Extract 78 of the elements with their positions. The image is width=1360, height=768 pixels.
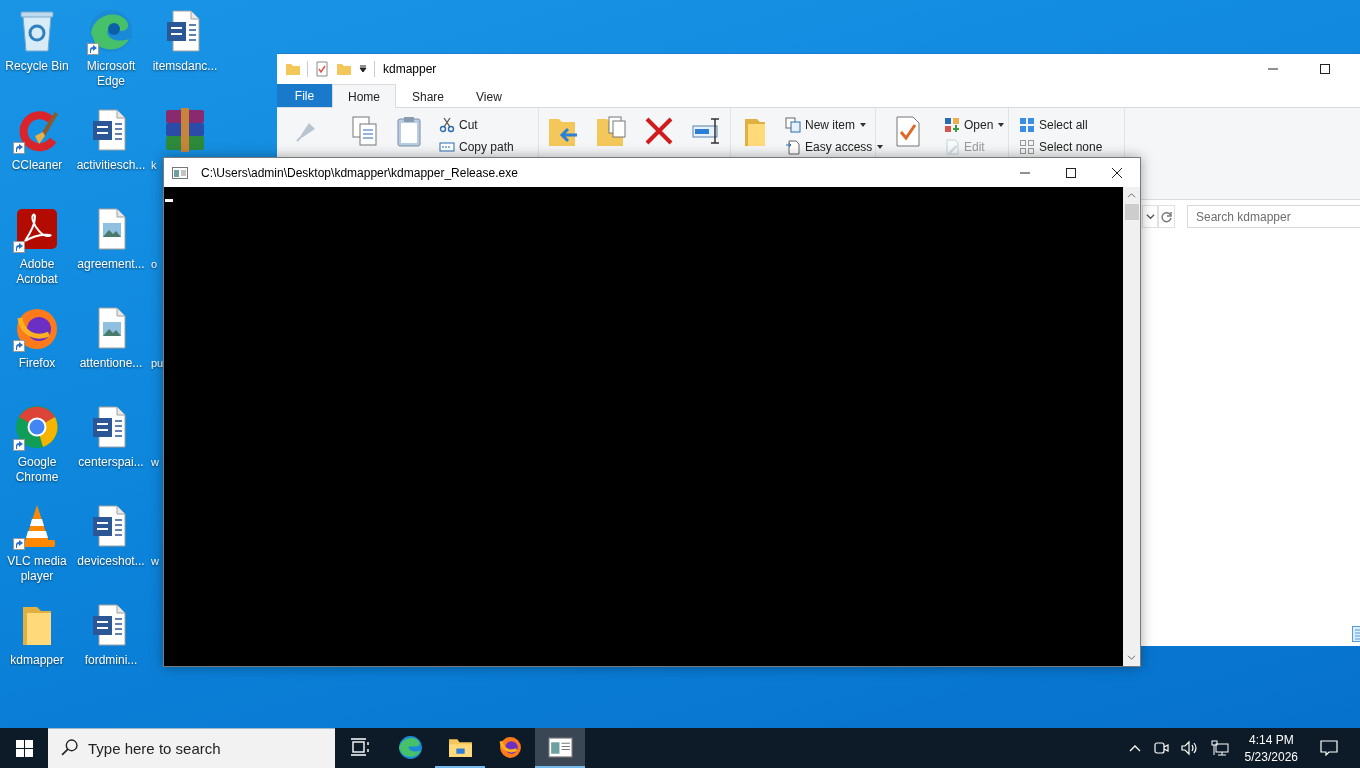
network-icon[interactable]	[1210, 740, 1229, 756]
desktop-icon-label[interactable]: itemsdanc...	[152, 59, 218, 74]
chevron-up-icon[interactable]	[1128, 744, 1141, 752]
desktop-icon-label[interactable]: activitiesch...	[76, 158, 146, 173]
desktop-icon-label[interactable]: VLC media player	[1, 554, 73, 584]
notification-icon[interactable]	[1320, 740, 1338, 756]
window-title: kdmapper	[383, 62, 437, 76]
scrollbar[interactable]	[1123, 187, 1140, 666]
caret-icon	[876, 143, 885, 151]
folder-icon	[285, 61, 301, 77]
ribbon-button[interactable]: Easy access	[783, 137, 887, 157]
delete-icon[interactable]	[643, 115, 675, 147]
desktop-icon-label[interactable]: Firefox	[18, 356, 56, 371]
ribbon-button[interactable]: Select none	[1017, 137, 1105, 157]
desktop-icon-label[interactable]: w	[151, 554, 159, 569]
history-dropdown[interactable]	[1142, 205, 1159, 228]
ribbon-button[interactable]: Open	[942, 115, 1008, 135]
camera-icon[interactable]	[1152, 740, 1169, 756]
new-item-icon	[785, 117, 801, 133]
scroll-up-icon[interactable]	[1127, 192, 1136, 199]
ribbon-button[interactable]: Cut	[437, 115, 516, 135]
desktop-icon-label[interactable]: attentione...	[79, 356, 143, 371]
maximize-icon	[1320, 64, 1330, 74]
caret-icon	[859, 121, 867, 129]
properties-icon[interactable]	[314, 61, 330, 77]
desktop-icon-label[interactable]: Microsoft Edge	[75, 59, 147, 89]
select-all-icon	[1019, 117, 1035, 133]
dropdown-icon[interactable]	[358, 64, 368, 74]
desktop-icon-label[interactable]: o	[151, 257, 158, 272]
ribbon-tab[interactable]: View	[460, 84, 518, 108]
clock[interactable]: 4:14 PM 5/23/2026	[1234, 728, 1308, 768]
swirl-icon	[397, 734, 423, 760]
desktop-icon-label[interactable]: agreement...	[77, 257, 145, 272]
console-app-icon	[547, 734, 573, 760]
desktop-icon-label[interactable]: CCleaner	[11, 158, 63, 173]
speaker-icon[interactable]	[1180, 740, 1199, 756]
desktop-icon-label[interactable]: centerspai...	[78, 455, 144, 470]
chevron-down-icon	[1145, 212, 1155, 221]
scroll-thumb[interactable]	[1124, 204, 1139, 220]
caret-icon	[997, 121, 1006, 129]
path-field-icon	[439, 139, 455, 155]
folder-copy-icon[interactable]	[595, 115, 627, 147]
refresh-icon	[1160, 210, 1173, 223]
desktop-icon-label[interactable]: kdmapper	[10, 653, 64, 668]
desktop-icon-label[interactable]: deviceshot...	[77, 554, 145, 569]
search-icon	[61, 739, 78, 756]
desktop-icon-label[interactable]: k	[151, 158, 157, 173]
ribbon-button[interactable]: Copy path	[437, 137, 516, 157]
close-icon	[1112, 167, 1122, 178]
desktop-icon-label[interactable]: Google Chrome	[1, 455, 73, 485]
document-arrow-icon	[785, 139, 801, 155]
task-view-icon	[350, 738, 370, 756]
ribbon-tab[interactable]: Share	[396, 84, 461, 108]
scroll-down-icon[interactable]	[1127, 654, 1136, 661]
desktop-icon-label[interactable]: Adobe Acrobat	[1, 257, 73, 287]
file-tab[interactable]: File	[277, 84, 332, 107]
windows-logo-icon	[15, 739, 33, 757]
ribbon-tab[interactable]: Home	[332, 84, 396, 108]
console-app-icon	[172, 164, 188, 181]
select-none-icon	[1019, 139, 1035, 155]
taskbar-app-button[interactable]	[535, 728, 585, 768]
fox-globe-icon	[497, 734, 523, 760]
desktop-icon-label[interactable]: w	[151, 455, 159, 470]
taskbar-search-field[interactable]: Type here to search	[48, 728, 335, 768]
desktop-icon-label[interactable]: Recycle Bin	[5, 59, 69, 74]
pencil-document-icon	[944, 139, 960, 155]
ribbon-button[interactable]: Select all	[1017, 115, 1105, 135]
refresh-button[interactable]	[1158, 205, 1175, 228]
maximize-icon	[1066, 167, 1076, 178]
browser-icon	[13, 403, 61, 451]
ribbon-button[interactable]: New item	[783, 115, 887, 135]
open-icon	[944, 117, 960, 133]
scissors-icon	[439, 117, 455, 133]
search-field[interactable]: Search kdmapper	[1186, 205, 1360, 228]
window-title: C:\Users\admin\Desktop\kdmapper\kdmapper_Release.exe	[201, 165, 518, 180]
swirl-icon	[87, 7, 135, 55]
desktop-icon-label[interactable]: fordmini...	[84, 653, 138, 668]
desktop-icon-label[interactable]: pu	[151, 356, 164, 371]
